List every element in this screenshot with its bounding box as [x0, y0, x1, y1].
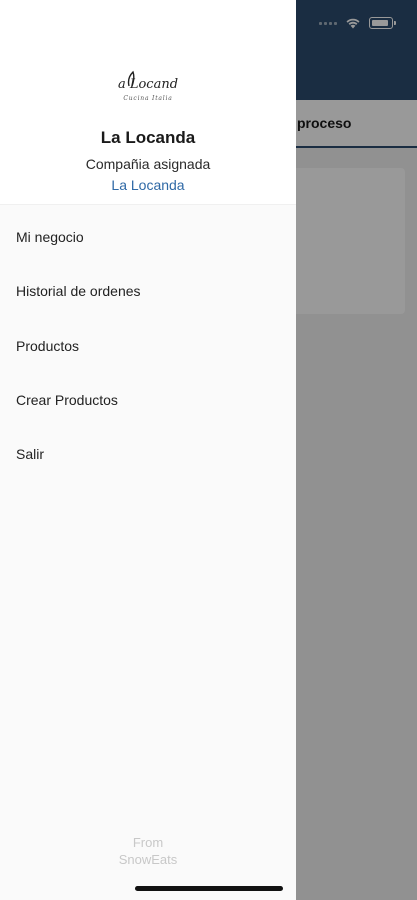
- footer-from: From: [132, 835, 164, 850]
- svg-text:Cucina Italia: Cucina Italia: [123, 95, 172, 102]
- menu-item-order-history[interactable]: Historial de ordenes: [0, 269, 296, 315]
- drawer-header: a Locand Cucina Italia La Locanda Compañ…: [0, 0, 296, 205]
- menu-item-logout[interactable]: Salir: [0, 432, 296, 478]
- menu-item-label: Crear Productos: [16, 392, 118, 408]
- menu-item-products[interactable]: Productos: [0, 324, 296, 370]
- menu-item-label: Salir: [16, 446, 45, 462]
- menu-item-label: Historial de ordenes: [16, 283, 141, 299]
- menu-item-label: Productos: [16, 338, 80, 354]
- svg-text:a Locand: a Locand: [118, 77, 178, 92]
- restaurant-logo: a Locand Cucina Italia: [108, 44, 188, 124]
- restaurant-name: La Locanda: [100, 128, 196, 147]
- footer-brand: SnowEats: [118, 852, 178, 867]
- menu-item-label: Mi negocio: [16, 229, 84, 245]
- assigned-company-link[interactable]: La Locanda: [0, 177, 296, 193]
- menu-item-create-products[interactable]: Crear Productos: [0, 378, 296, 424]
- home-indicator[interactable]: [135, 886, 283, 891]
- menu-item-my-business[interactable]: Mi negocio: [0, 215, 296, 261]
- assigned-company-label: Compañia asignada: [85, 156, 211, 172]
- navigation-drawer: a Locand Cucina Italia La Locanda Compañ…: [0, 0, 296, 900]
